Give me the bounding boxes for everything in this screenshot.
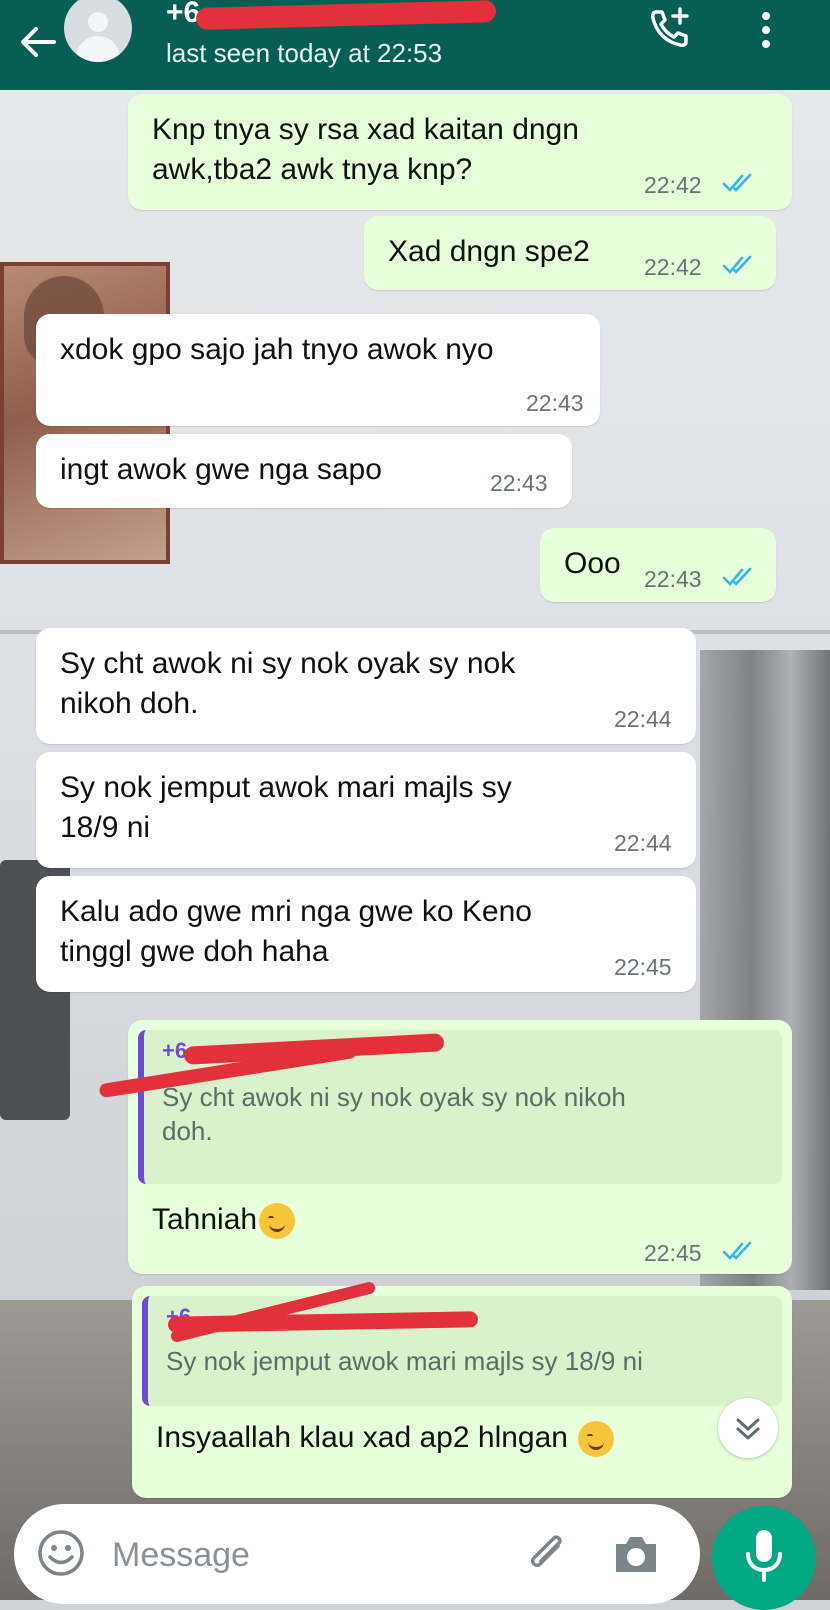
message-time: 22:45 [614,954,672,980]
quoted-text-line: Sy cht awok ni sy nok oyak sy nok nikoh [162,1082,626,1112]
message-text: xdok gpo sajo jah tnyo awok nyo [60,330,494,370]
message-time: 22:44 [614,706,672,732]
message-bubble-incoming[interactable]: Sy nok jemput awok mari majls sy 18/9 ni… [36,752,696,868]
emoji-icon[interactable] [36,1528,86,1578]
message-time: 22:43 [644,566,702,592]
avatar-body [76,36,120,62]
voice-message-button[interactable] [712,1506,816,1610]
message-text: ingt awok gwe nga sapo [60,450,382,490]
message-text-line: xdok gpo sajo jah tnyo awok nyo [60,333,494,366]
message-text: Xad dngn spe2 [388,232,590,272]
message-bubble-incoming[interactable]: xdok gpo sajo jah tnyo awok nyo 22:43 [36,314,600,426]
message-text: Ooo [564,544,621,584]
avatar-head [88,12,108,32]
message-time: 22:43 [526,390,584,416]
message-composer [14,1504,700,1604]
quoted-text: Sy nok jemput awok mari majls sy 18/9 ni [166,1344,768,1378]
double-check-icon [722,567,752,586]
mic-icon [746,1530,782,1582]
message-time: 22:44 [614,830,672,856]
add-call-icon[interactable] [648,6,692,50]
contact-name[interactable]: +6 [166,0,200,30]
redaction-mark [169,1280,377,1344]
scroll-down-button[interactable] [718,1398,778,1458]
message-text-line: Insyaallah klau xad ap2 hlngan [156,1421,568,1454]
quoted-sender: +6 [162,1038,188,1063]
quoted-message[interactable]: +6 Sy cht awok ni sy nok oyak sy nok nik… [98,1030,782,1184]
message-bubble-outgoing[interactable]: Xad dngn spe2 22:42 [364,216,776,290]
message-bubble-outgoing[interactable]: Ooo 22:43 [540,528,776,602]
message-text: Sy nok jemput awok mari majls sy 18/9 ni [60,768,512,848]
message-text: Kalu ado gwe mri nga gwe ko Keno tinggl … [60,892,532,972]
quoted-text-line: Sy nok jemput awok mari majls sy 18/9 ni [166,1346,643,1376]
avatar[interactable] [64,0,132,62]
double-check-icon [722,173,752,192]
double-check-icon [722,1241,752,1260]
redaction-mark [195,0,497,30]
back-arrow-icon[interactable] [18,22,58,62]
message-text-line: Ooo [564,547,621,580]
quoted-text: Sy cht awok ni sy nok oyak sy nok nikoh … [162,1080,768,1148]
message-text-line: tinggl gwe doh haha [60,935,329,968]
message-text-line: Kalu ado gwe mri nga gwe ko Keno [60,895,532,928]
message-text-line: awk,tba2 awk tnya knp? [152,153,473,186]
message-text-line: Sy nok jemput awok mari majls sy [60,771,512,804]
more-vert-icon[interactable] [756,8,776,52]
reply-bubble-outgoing[interactable]: +6 Sy cht awok ni sy nok oyak sy nok nik… [98,1020,792,1274]
message-text-line: Sy cht awok ni sy nok oyak sy nok [60,647,516,680]
double-check-icon [722,255,752,274]
message-text-line: Knp tnya sy rsa xad kaitan dngn [152,113,579,146]
message-text-line: ingt awok gwe nga sapo [60,453,382,486]
message-text: Insyaallah klau xad ap2 hlngan [156,1418,615,1458]
message-time: 22:42 [644,254,702,280]
chat-header: +6 last seen today at 22:53 [0,0,830,90]
quoted-text-line: doh. [162,1116,213,1146]
attach-icon[interactable] [522,1528,574,1580]
quoted-message[interactable]: +6 Sy nok jemput awok mari majls sy 18/9… [142,1280,782,1406]
message-bubble-incoming[interactable]: Sy cht awok ni sy nok oyak sy nok nikoh … [36,628,696,744]
message-time: 22:43 [490,470,548,496]
message-bubble-outgoing[interactable]: Knp tnya sy rsa xad kaitan dngn awk,tba2… [128,94,792,210]
message-time: 22:42 [644,172,702,198]
message-input[interactable] [110,1530,474,1580]
message-bubble-incoming[interactable]: ingt awok gwe nga sapo 22:43 [36,434,572,508]
camera-icon[interactable] [610,1530,662,1578]
message-time: 22:45 [644,1240,702,1266]
message-text: Sy cht awok ni sy nok oyak sy nok nikoh … [60,644,515,724]
message-text-line: 18/9 ni [60,811,151,844]
smiling-face-emoji [259,1203,296,1240]
message-text: Knp tnya sy rsa xad kaitan dngn awk,tba2… [152,110,579,190]
reply-bubble-outgoing[interactable]: +6 Sy nok jemput awok mari majls sy 18/9… [132,1280,792,1498]
scroll-down-icon [736,1418,760,1440]
message-text-line: nikoh doh. [60,687,199,720]
message-text-line: Tahniah [152,1203,258,1236]
last-seen-status: last seen today at 22:53 [166,38,443,68]
smiling-face-emoji [578,1421,615,1458]
message-bubble-incoming[interactable]: Kalu ado gwe mri nga gwe ko Keno tinggl … [36,876,696,992]
message-text: Tahniah [152,1200,296,1240]
message-text-line: Xad dngn spe2 [388,235,590,268]
